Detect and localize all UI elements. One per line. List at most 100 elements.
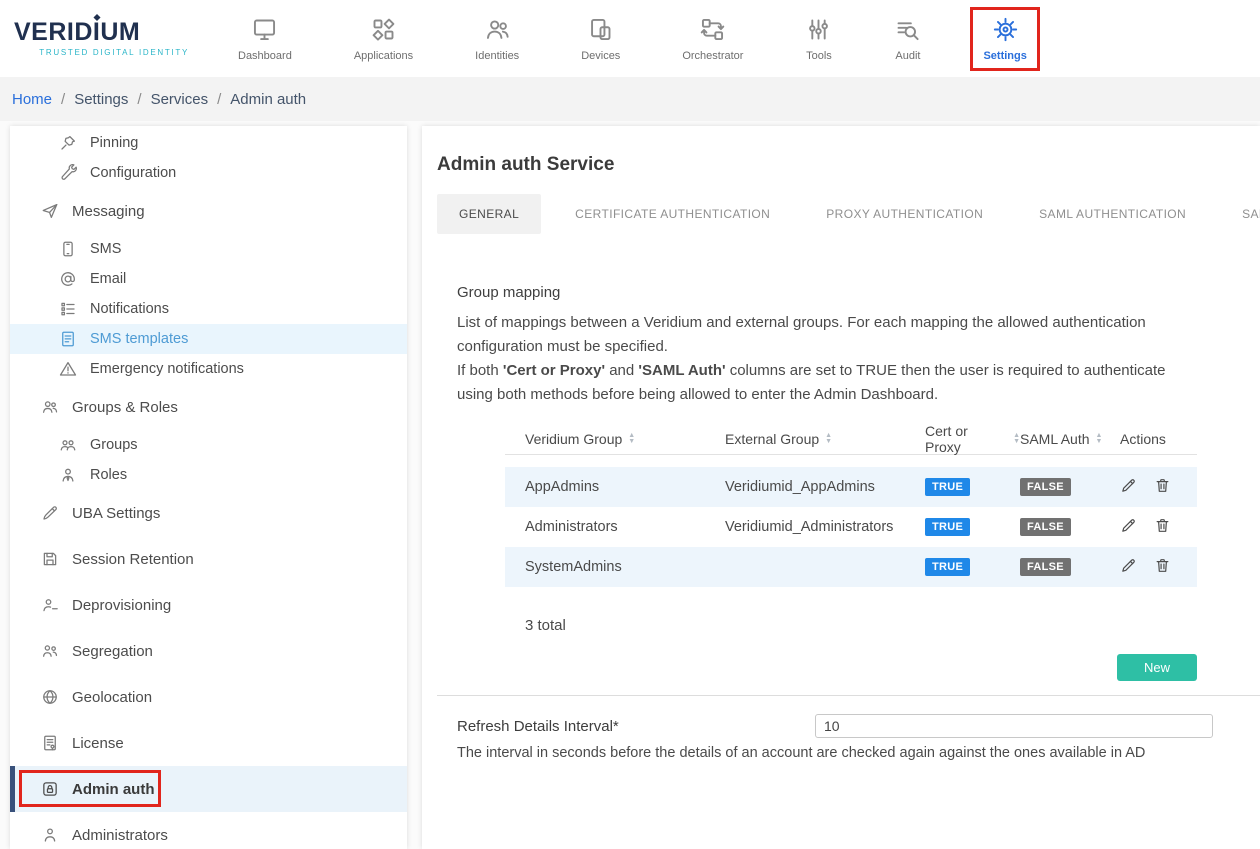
nav-item-label: Devices xyxy=(581,50,620,62)
nav-item-tools[interactable]: Tools xyxy=(792,7,845,71)
column-header-label: Cert or Proxy xyxy=(925,423,1007,455)
description-text: If both xyxy=(457,362,503,379)
tab-certificate-authentication[interactable]: CERTIFICATE AUTHENTICATION xyxy=(553,194,792,234)
brand-logo[interactable]: VERIDIUM TRUSTED DIGITAL IDENTITY xyxy=(14,20,189,57)
sidebar-item-groups-roles[interactable]: Groups & Roles xyxy=(10,384,407,430)
audit-icon xyxy=(894,16,921,43)
sidebar-item-session-retention[interactable]: Session Retention xyxy=(10,536,407,582)
badge-false: FALSE xyxy=(1020,518,1071,536)
breadcrumb-item-admin-auth[interactable]: Admin auth xyxy=(230,91,306,108)
column-header-label: SAML Auth xyxy=(1020,431,1090,447)
sidebar-item-administrators[interactable]: Administrators xyxy=(10,812,407,849)
sidebar-item-label: SMS templates xyxy=(90,331,188,347)
tab-saml-ke[interactable]: SAML KE xyxy=(1220,194,1260,234)
sidebar-item-label: Email xyxy=(90,271,126,287)
nav-item-devices[interactable]: Devices xyxy=(568,7,633,71)
table-row: AdministratorsVeridiumid_AdministratorsT… xyxy=(505,507,1197,547)
tabs: GENERAL CERTIFICATE AUTHENTICATION PROXY A… xyxy=(437,194,1260,234)
sidebar-item-label: Groups & Roles xyxy=(72,399,178,416)
brand-tagline: TRUSTED DIGITAL IDENTITY xyxy=(14,48,189,57)
sidebar-item-emergency-notifications[interactable]: Emergency notifications xyxy=(10,354,407,384)
breadcrumb-item-services[interactable]: Services xyxy=(151,91,209,108)
orchestrator-icon xyxy=(699,16,726,43)
breadcrumb-separator: / xyxy=(137,91,141,108)
sidebar-item-license[interactable]: License xyxy=(10,720,407,766)
sidebar-item-configuration[interactable]: Configuration xyxy=(10,158,407,188)
brand-name-part: VERID xyxy=(14,18,93,46)
annotation-box xyxy=(19,770,161,807)
edit-button[interactable] xyxy=(1120,517,1137,537)
nav-item-dashboard[interactable]: Dashboard xyxy=(225,7,305,71)
sidebar-item-sms[interactable]: SMS xyxy=(10,234,407,264)
badge-true: TRUE xyxy=(925,558,970,576)
cell-cert-or-proxy: TRUE xyxy=(925,478,1020,496)
cell-external-group: Veridiumid_AppAdmins xyxy=(725,479,925,495)
new-button[interactable]: New xyxy=(1117,654,1197,681)
nav-item-applications[interactable]: Applications xyxy=(341,7,426,71)
nav-item-label: Applications xyxy=(354,50,413,62)
sort-icon[interactable]: ▲▼ xyxy=(1013,433,1020,445)
column-header-external-group[interactable]: External Group▲▼ xyxy=(725,431,925,447)
sidebar-item-messaging[interactable]: Messaging xyxy=(10,188,407,234)
edit-button[interactable] xyxy=(1120,477,1137,497)
column-header-cert-or-proxy[interactable]: Cert or Proxy ▲▼ xyxy=(925,423,1020,455)
nav-item-audit[interactable]: Audit xyxy=(881,7,934,71)
devices-icon xyxy=(587,16,614,43)
sidebar-item-pinning[interactable]: Pinning xyxy=(10,128,407,158)
sidebar-item-deprovisioning[interactable]: Deprovisioning xyxy=(10,582,407,628)
table-header: Veridium Group▲▼External Group▲▼Cert or … xyxy=(505,423,1197,455)
tools-icon xyxy=(805,16,832,43)
geolocation-icon xyxy=(41,688,59,706)
sidebar-item-label: Segregation xyxy=(72,643,153,660)
badge-false: FALSE xyxy=(1020,478,1071,496)
nav-item-identities[interactable]: Identities xyxy=(462,7,532,71)
nav-item-label: Tools xyxy=(806,50,832,62)
delete-icon xyxy=(1154,477,1171,497)
sort-icon[interactable]: ▲▼ xyxy=(1096,433,1103,445)
nav-item-settings[interactable]: Settings xyxy=(970,7,1039,71)
column-header-veridium-group[interactable]: Veridium Group▲▼ xyxy=(525,431,725,447)
sidebar-item-label: Deprovisioning xyxy=(72,597,171,614)
sms-templates-icon xyxy=(59,330,77,348)
tab-proxy-authentication[interactable]: PROXY AUTHENTICATION xyxy=(804,194,1005,234)
administrators-icon xyxy=(41,826,59,844)
badge-false: FALSE xyxy=(1020,558,1071,576)
sidebar-item-sms-templates[interactable]: SMS templates xyxy=(10,324,407,354)
sidebar: Pinning Configuration Messaging SMS Email Not… xyxy=(10,126,407,849)
group-mapping-table: Veridium Group▲▼External Group▲▼Cert or … xyxy=(505,423,1197,587)
edit-button[interactable] xyxy=(1120,557,1137,577)
breadcrumb-item-home[interactable]: Home xyxy=(12,91,52,108)
delete-button[interactable] xyxy=(1154,517,1171,537)
brand-name-part: I xyxy=(93,18,100,46)
sidebar-item-admin-auth[interactable]: Admin auth xyxy=(10,766,407,812)
sidebar-item-email[interactable]: Email xyxy=(10,264,407,294)
sidebar-item-segregation[interactable]: Segregation xyxy=(10,628,407,674)
column-header-saml-auth[interactable]: SAML Auth ▲▼ xyxy=(1020,431,1120,447)
sidebar-item-label: Configuration xyxy=(90,165,176,181)
nav-item-orchestrator[interactable]: Orchestrator xyxy=(669,7,756,71)
sidebar-item-label: Messaging xyxy=(72,203,145,220)
cell-saml-auth: FALSE xyxy=(1020,558,1120,576)
sidebar-item-uba-settings[interactable]: UBA Settings xyxy=(10,490,407,536)
tab-general[interactable]: GENERAL xyxy=(437,194,541,234)
nav-item-label: Identities xyxy=(475,50,519,62)
deprovisioning-icon xyxy=(41,596,59,614)
sidebar-item-roles[interactable]: Roles xyxy=(10,460,407,490)
nav-item-label: Audit xyxy=(895,50,920,62)
breadcrumb: Home/Settings/Services/Admin auth xyxy=(0,77,1260,121)
sort-icon[interactable]: ▲▼ xyxy=(628,433,635,445)
sidebar-item-notifications[interactable]: Notifications xyxy=(10,294,407,324)
sidebar-item-geolocation[interactable]: Geolocation xyxy=(10,674,407,720)
cell-cert-or-proxy: TRUE xyxy=(925,518,1020,536)
license-icon xyxy=(41,734,59,752)
delete-button[interactable] xyxy=(1154,477,1171,497)
refresh-interval-input[interactable] xyxy=(815,714,1213,738)
sidebar-item-groups[interactable]: Groups xyxy=(10,430,407,460)
badge-true: TRUE xyxy=(925,478,970,496)
refresh-interval-section: Refresh Details Interval* The interval i… xyxy=(457,718,1240,761)
tab-saml-authentication[interactable]: SAML AUTHENTICATION xyxy=(1017,194,1208,234)
sidebar-item-label: Geolocation xyxy=(72,689,152,706)
delete-button[interactable] xyxy=(1154,557,1171,577)
breadcrumb-item-settings[interactable]: Settings xyxy=(74,91,128,108)
sort-icon[interactable]: ▲▼ xyxy=(825,433,832,445)
